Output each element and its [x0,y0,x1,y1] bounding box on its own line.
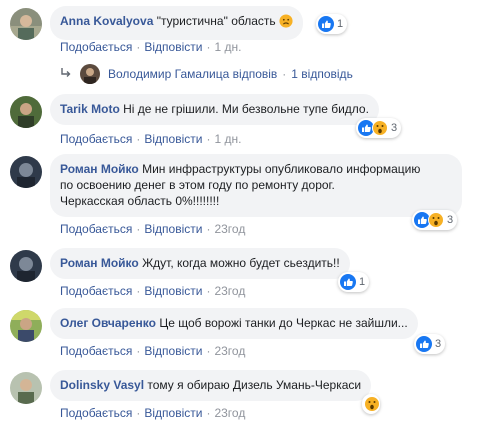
comment-bubble: Tarik Moto Ні де не грішили. Ми безвольн… [50,94,379,125]
comment-time[interactable]: 23год [214,222,245,236]
comment-actions: Подобається · Відповісти · 23год [60,406,246,420]
comment-time[interactable]: 23год [214,406,245,420]
like-icon [416,336,432,352]
comment-author[interactable]: Anna Kovalyova [60,14,153,28]
comment-actions: Подобається · Відповісти · 23год [60,222,246,236]
reaction-summary[interactable]: 1 [316,14,348,34]
wow-icon [428,212,444,228]
avatar[interactable] [10,96,42,128]
replies-summary[interactable]: Володимир Гамалица відповів · 1 відповід… [60,64,353,84]
comment-actions: Подобається · Відповісти · 23год [60,284,246,298]
like-link[interactable]: Подобається [60,40,132,54]
comment-author[interactable]: Tarik Moto [60,102,120,116]
reply-count: 1 відповідь [291,67,353,81]
like-link[interactable]: Подобається [60,344,132,358]
reaction-count: 1 [337,18,344,30]
comment-text: Ждут, когда можно будет сьездить!! [142,256,340,270]
avatar[interactable] [10,310,42,342]
avatar[interactable] [10,156,42,188]
comment-author[interactable]: Роман Мойко [60,162,139,176]
reply-author: Володимир Гамалица [108,67,230,81]
reply-link[interactable]: Відповісти [144,40,202,54]
avatar[interactable] [10,250,42,282]
comment-author[interactable]: Роман Мойко [60,256,139,270]
comment-author[interactable]: Dolinsky Vasyl [60,378,144,392]
reply-link[interactable]: Відповісти [144,222,202,236]
reaction-summary[interactable]: 3 [414,334,446,354]
wow-icon [372,120,388,136]
avatar[interactable] [10,8,42,40]
reply-arrow-icon [60,67,72,82]
like-icon [318,16,334,32]
comment-bubble: Anna Kovalyova "туристична" область [50,6,303,40]
reply-link[interactable]: Відповісти [144,284,202,298]
comment-actions: Подобається · Відповісти · 1 дн. [60,40,242,54]
comment-text: "туристична" область [156,14,276,28]
comment-time[interactable]: 1 дн. [214,132,241,146]
comment-bubble: Роман Мойко Мин инфраструктуры опубликов… [50,154,462,217]
reply-link[interactable]: Відповісти [144,132,202,146]
comment-time[interactable]: 23год [214,344,245,358]
comment-bubble: Олег Овчаренко Це щоб ворожі танки до Че… [50,308,418,339]
like-link[interactable]: Подобається [60,132,132,146]
wow-icon [364,396,380,412]
reaction-summary[interactable]: 1 [338,272,370,292]
comment-text-line-3: Черкасская область 0%!!!!!!!! [60,194,220,208]
reply-link[interactable]: Відповісти [144,344,202,358]
comment-text-line-2: по освоению денег в этом году по ремонту… [60,178,335,192]
comment-time[interactable]: 1 дн. [214,40,241,54]
avatar[interactable] [10,372,42,404]
comment-time[interactable]: 23год [214,284,245,298]
reply-avatar [80,64,100,84]
reaction-summary[interactable]: 3 [412,210,458,230]
comment-author[interactable]: Олег Овчаренко [60,316,156,330]
reaction-count: 3 [391,122,398,134]
comment-text-line-1: Мин инфраструктуры опубликовало информац… [142,162,421,176]
reply-link[interactable]: Відповісти [144,406,202,420]
like-link[interactable]: Подобається [60,222,132,236]
reaction-summary[interactable]: 3 [356,118,402,138]
comment-bubble: Роман Мойко Ждут, когда можно будет сьез… [50,248,350,279]
comment-text: тому я обираю Дизель Умань-Черкаси [147,378,362,392]
like-icon [340,274,356,290]
comment-bubble: Dolinsky Vasyl тому я обираю Дизель Уман… [50,370,372,401]
reaction-summary[interactable] [362,394,380,414]
comment-actions: Подобається · Відповісти · 23год [60,344,246,358]
like-link[interactable]: Подобається [60,284,132,298]
sad-emoji [279,14,293,32]
reply-verb: відповів [232,67,278,81]
reaction-count: 1 [359,276,366,288]
reaction-count: 3 [447,214,454,226]
comment-text: Ні де не грішили. Ми безвольне тупе бидл… [123,102,369,116]
comment-text: Це щоб ворожі танки до Черкас не зайшли.… [159,316,408,330]
reaction-count: 3 [435,338,442,350]
comment-actions: Подобається · Відповісти · 1 дн. [60,132,242,146]
like-link[interactable]: Подобається [60,406,132,420]
